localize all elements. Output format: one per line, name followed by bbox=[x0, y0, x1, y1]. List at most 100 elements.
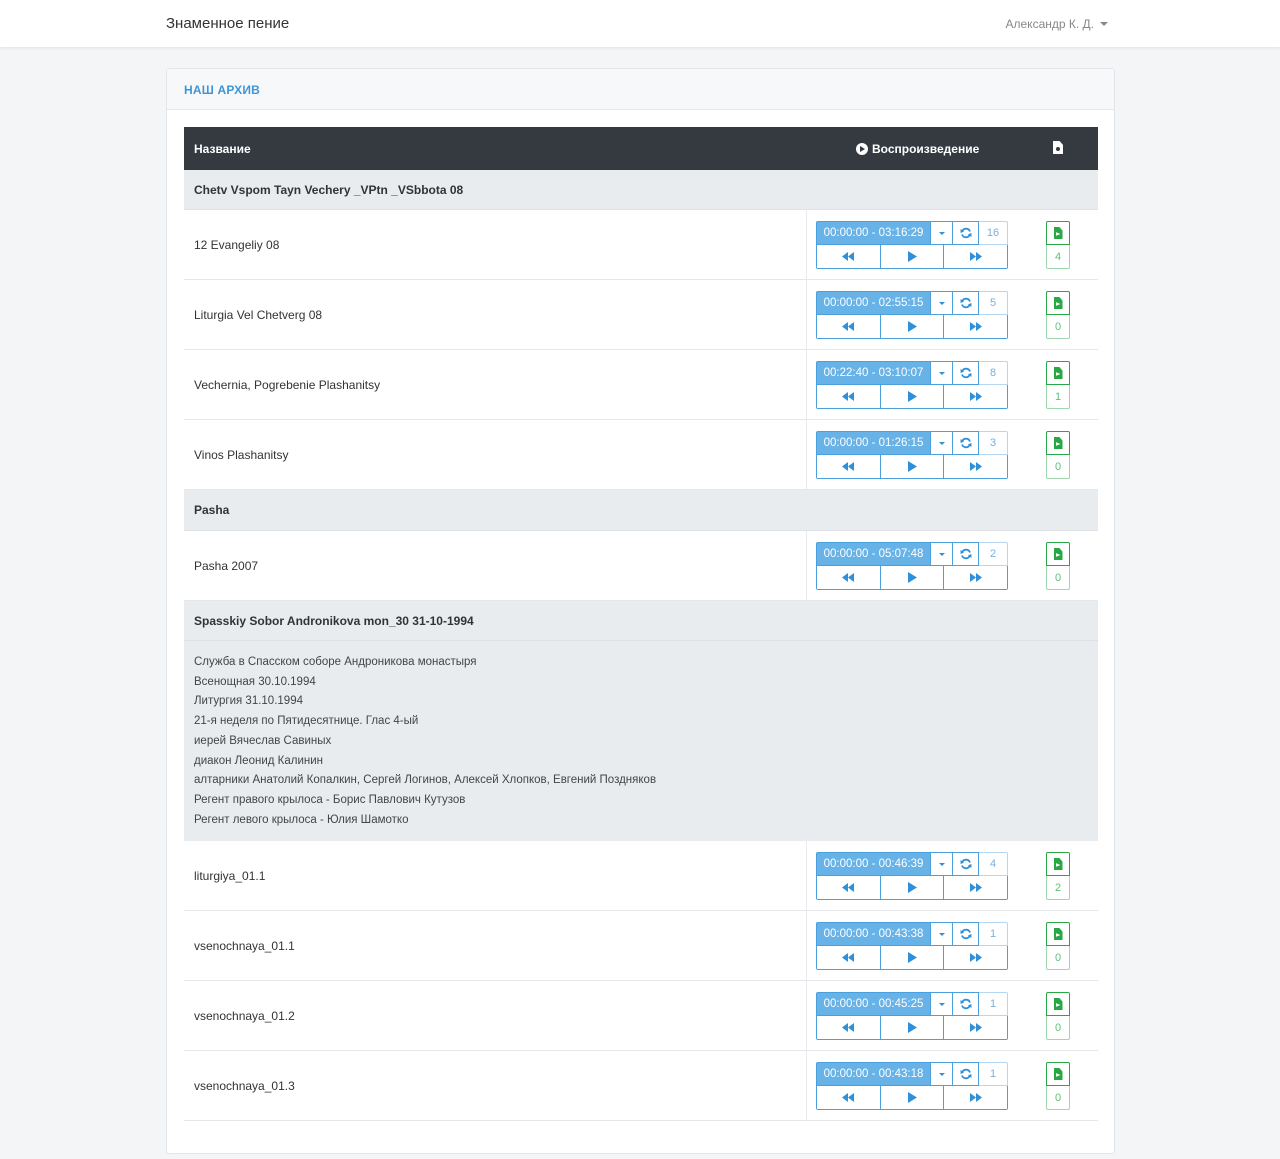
time-range-button[interactable]: 00:00:00 - 01:26:15 bbox=[816, 431, 931, 455]
range-dropdown-button[interactable] bbox=[931, 361, 953, 385]
file-download-button[interactable] bbox=[1046, 542, 1070, 566]
time-range-button[interactable]: 00:00:00 - 00:46:39 bbox=[816, 852, 931, 876]
file-download-icon bbox=[1053, 297, 1063, 309]
track-name[interactable]: vsenochnaya_01.1 bbox=[194, 939, 295, 953]
play-icon bbox=[907, 321, 917, 332]
forward-button[interactable] bbox=[943, 455, 1008, 478]
description-line: алтарники Анатолий Копалкин, Сергей Логи… bbox=[194, 774, 657, 787]
table-row: Pasha 2007 00:00:00 - 05:07:48 2 0 bbox=[184, 531, 1098, 601]
play-button[interactable] bbox=[879, 1016, 944, 1039]
play-button[interactable] bbox=[879, 455, 944, 478]
caret-down-icon bbox=[938, 862, 945, 866]
range-dropdown-button[interactable] bbox=[931, 291, 953, 315]
play-button[interactable] bbox=[879, 876, 944, 899]
file-download-button[interactable] bbox=[1046, 291, 1070, 315]
forward-button[interactable] bbox=[943, 315, 1008, 338]
range-dropdown-button[interactable] bbox=[931, 922, 953, 946]
file-download-button[interactable] bbox=[1046, 221, 1070, 245]
caret-down-icon[interactable] bbox=[1100, 22, 1108, 26]
file-download-button[interactable] bbox=[1046, 431, 1070, 455]
track-name[interactable]: Liturgia Vel Chetverg 08 bbox=[194, 308, 322, 322]
forward-button[interactable] bbox=[943, 946, 1008, 969]
file-count: 4 bbox=[1046, 245, 1070, 269]
file-download-button[interactable] bbox=[1046, 852, 1070, 876]
track-name[interactable]: vsenochnaya_01.3 bbox=[194, 1079, 295, 1093]
forward-button[interactable] bbox=[943, 566, 1008, 589]
range-dropdown-button[interactable] bbox=[931, 992, 953, 1016]
repeat-button[interactable] bbox=[953, 221, 979, 245]
description-line: 21-я неделя по Пятидесятнице. Глас 4-ый bbox=[194, 715, 419, 728]
track-name[interactable]: vsenochnaya_01.2 bbox=[194, 1009, 295, 1023]
time-range-button[interactable]: 00:00:00 - 00:43:38 bbox=[816, 922, 931, 946]
play-button[interactable] bbox=[879, 245, 944, 268]
forward-button[interactable] bbox=[943, 385, 1008, 408]
time-range-button[interactable]: 00:00:00 - 02:55:15 bbox=[816, 291, 931, 315]
player-controls bbox=[816, 566, 1008, 590]
repeat-button[interactable] bbox=[953, 291, 979, 315]
play-count: 1 bbox=[979, 922, 1008, 946]
repeat-button[interactable] bbox=[953, 431, 979, 455]
track-name[interactable]: Vechernia, Pogrebenie Plashanitsy bbox=[194, 378, 380, 392]
play-button[interactable] bbox=[879, 385, 944, 408]
file-count: 0 bbox=[1046, 315, 1070, 339]
play-icon bbox=[907, 952, 917, 963]
rewind-button[interactable] bbox=[817, 245, 880, 268]
brand-title[interactable]: Знаменное пение bbox=[166, 15, 289, 32]
rewind-button[interactable] bbox=[817, 566, 880, 589]
time-range-button[interactable]: 00:00:00 - 03:16:29 bbox=[816, 221, 931, 245]
time-range-button[interactable]: 00:00:00 - 00:45:25 bbox=[816, 992, 931, 1016]
track-name[interactable]: Pasha 2007 bbox=[194, 559, 258, 573]
file-download-icon bbox=[1053, 928, 1063, 940]
range-dropdown-button[interactable] bbox=[931, 542, 953, 566]
play-button[interactable] bbox=[879, 566, 944, 589]
file-download-button[interactable] bbox=[1046, 992, 1070, 1016]
user-name[interactable]: Александр К. Д. bbox=[1006, 17, 1095, 31]
attachments: 0 bbox=[1046, 1062, 1070, 1110]
rewind-button[interactable] bbox=[817, 455, 880, 478]
play-button[interactable] bbox=[879, 1086, 944, 1109]
rewind-button[interactable] bbox=[817, 876, 880, 899]
range-dropdown-button[interactable] bbox=[931, 221, 953, 245]
range-dropdown-button[interactable] bbox=[931, 431, 953, 455]
play-button[interactable] bbox=[879, 946, 944, 969]
repeat-button[interactable] bbox=[953, 992, 979, 1016]
repeat-button[interactable] bbox=[953, 852, 979, 876]
audio-player: 00:00:00 - 00:45:25 1 bbox=[816, 992, 1008, 1040]
file-download-button[interactable] bbox=[1046, 922, 1070, 946]
rewind-button[interactable] bbox=[817, 946, 880, 969]
track-name[interactable]: liturgiya_01.1 bbox=[194, 869, 265, 883]
play-button[interactable] bbox=[879, 315, 944, 338]
file-download-icon bbox=[1053, 858, 1063, 870]
user-menu[interactable]: Александр К. Д. bbox=[1006, 17, 1108, 31]
repeat-icon bbox=[960, 227, 971, 239]
range-dropdown-button[interactable] bbox=[931, 852, 953, 876]
repeat-icon bbox=[960, 367, 971, 379]
rewind-button[interactable] bbox=[817, 385, 880, 408]
repeat-button[interactable] bbox=[953, 1062, 979, 1086]
rewind-button[interactable] bbox=[817, 1016, 880, 1039]
caret-down-icon bbox=[938, 552, 945, 556]
forward-button[interactable] bbox=[943, 245, 1008, 268]
rewind-button[interactable] bbox=[817, 1086, 880, 1109]
rewind-button[interactable] bbox=[817, 315, 880, 338]
track-name[interactable]: Vinos Plashanitsy bbox=[194, 448, 289, 462]
track-name[interactable]: 12 Evangeliy 08 bbox=[194, 238, 279, 252]
file-download-button[interactable] bbox=[1046, 361, 1070, 385]
repeat-button[interactable] bbox=[953, 361, 979, 385]
table-row: Liturgia Vel Chetverg 08 00:00:00 - 02:55… bbox=[184, 280, 1098, 350]
time-range-button[interactable]: 00:00:00 - 05:07:48 bbox=[816, 542, 931, 566]
forward-button[interactable] bbox=[943, 876, 1008, 899]
backward-icon bbox=[842, 1093, 855, 1102]
play-icon bbox=[907, 461, 917, 472]
forward-button[interactable] bbox=[943, 1016, 1008, 1039]
header-playback-label: Воспроизведение bbox=[872, 142, 980, 156]
range-dropdown-button[interactable] bbox=[931, 1062, 953, 1086]
file-download-button[interactable] bbox=[1046, 1062, 1070, 1086]
time-range-button[interactable]: 00:00:00 - 00:43:18 bbox=[816, 1062, 931, 1086]
forward-icon bbox=[969, 953, 982, 962]
time-range-button[interactable]: 00:22:40 - 03:10:07 bbox=[816, 361, 931, 385]
forward-button[interactable] bbox=[943, 1086, 1008, 1109]
repeat-button[interactable] bbox=[953, 922, 979, 946]
play-icon bbox=[907, 1092, 917, 1103]
repeat-button[interactable] bbox=[953, 542, 979, 566]
